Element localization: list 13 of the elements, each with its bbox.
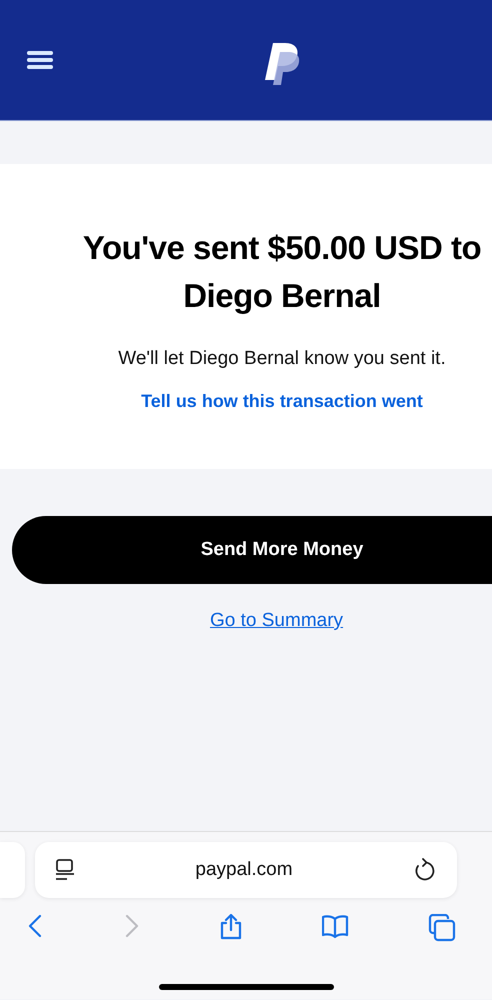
logo-icon [265,43,301,86]
feedback-link[interactable]: Tell us how this transaction went [141,391,423,412]
send-more-money-button[interactable]: Send More Money [12,516,492,584]
summary-link[interactable]: Go to Summary [210,610,344,632]
confirmation-heading: You've sent $50.00 USD to Diego Bernal [82,228,482,316]
address-bar[interactable]: paypal.com [35,842,457,898]
confirmation-message: We'll let Diego Bernal know you sent it. [118,348,446,370]
reader-icon [55,859,75,881]
reload-icon[interactable] [412,858,435,882]
menu-button[interactable] [27,50,53,70]
url-text: paypal.com [195,859,293,881]
tabs-icon[interactable] [428,914,456,942]
share-icon[interactable] [219,914,243,942]
